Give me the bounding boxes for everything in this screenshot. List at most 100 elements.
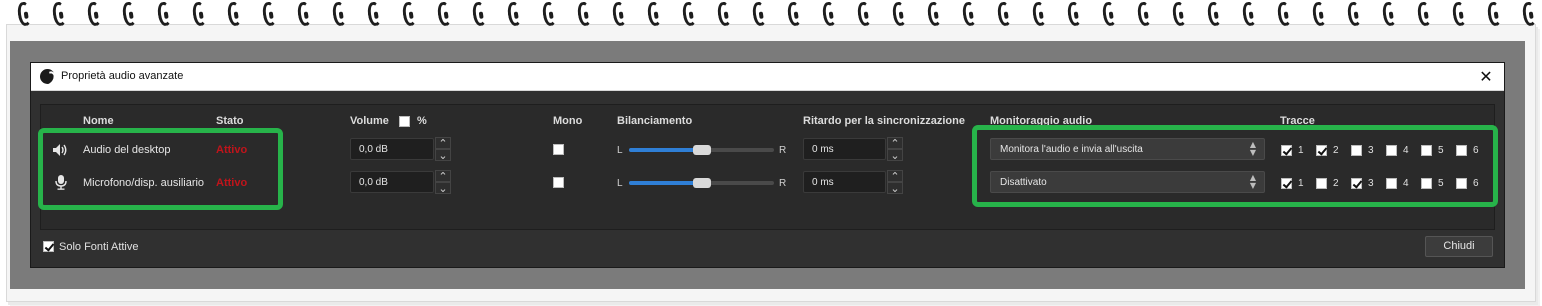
track-6-label: 6 xyxy=(1473,145,1479,156)
chevron-down-icon[interactable]: ⌄ xyxy=(887,182,903,195)
spiral-ring xyxy=(261,1,277,27)
spiral-ring xyxy=(156,1,172,27)
balance-right-label: R xyxy=(779,145,787,156)
spiral-ring xyxy=(226,1,242,27)
track-5-label: 5 xyxy=(1438,145,1444,156)
volume-stepper[interactable]: ⌃ ⌄ xyxy=(435,170,451,195)
spiral-ring xyxy=(471,1,487,27)
screenshot-stage: Proprietà audio avanzate ✕ Nome Stato Vo… xyxy=(0,0,1542,306)
balance-slider[interactable] xyxy=(629,178,774,188)
track-2-label: 2 xyxy=(1333,178,1339,189)
track-6-label: 6 xyxy=(1473,178,1479,189)
spiral-ring xyxy=(926,1,942,27)
balance-fill xyxy=(629,181,702,185)
chevron-down-icon[interactable]: ⌄ xyxy=(435,182,451,195)
mono-checkbox[interactable] xyxy=(553,177,564,188)
obs-logo-icon xyxy=(40,69,55,84)
volume-percent-checkbox[interactable] xyxy=(399,116,410,127)
header-name: Nome xyxy=(83,115,114,127)
spiral-ring xyxy=(1346,1,1362,27)
mono-checkbox[interactable] xyxy=(553,144,564,155)
spiral-ring xyxy=(786,1,802,27)
track-3-label: 3 xyxy=(1368,178,1374,189)
balance-left-label: L xyxy=(617,145,623,156)
track-2-checkbox[interactable] xyxy=(1316,145,1327,156)
spiral-ring xyxy=(1031,1,1047,27)
spiral-ring xyxy=(1136,1,1152,27)
title-bar: Proprietà audio avanzate ✕ xyxy=(31,63,1504,91)
spiral-ring xyxy=(51,1,67,27)
spiral-ring xyxy=(821,1,837,27)
volume-stepper[interactable]: ⌃ ⌄ xyxy=(435,137,451,162)
header-mono: Mono xyxy=(553,115,583,127)
track-4-checkbox[interactable] xyxy=(1386,145,1397,156)
dialog-title: Proprietà audio avanzate xyxy=(61,70,184,82)
track-1-checkbox[interactable] xyxy=(1281,178,1292,189)
spiral-ring xyxy=(961,1,977,27)
spiral-ring xyxy=(16,1,32,27)
spiral-ring xyxy=(1416,1,1432,27)
spiral-ring xyxy=(996,1,1012,27)
track-1-checkbox[interactable] xyxy=(1281,145,1292,156)
spiral-ring xyxy=(1171,1,1187,27)
volume-input[interactable]: 0,0 dB xyxy=(350,138,434,160)
spiral-ring xyxy=(1066,1,1082,27)
highlight-box-monitoring-tracks xyxy=(972,125,1498,207)
track-5-checkbox[interactable] xyxy=(1421,178,1432,189)
track-5-checkbox[interactable] xyxy=(1421,145,1432,156)
volume-input[interactable]: 0,0 dB xyxy=(350,171,434,193)
spiral-ring xyxy=(1521,1,1537,27)
sync-offset-input[interactable]: 0 ms xyxy=(803,138,886,160)
spiral-ring xyxy=(576,1,592,27)
active-only-checkbox[interactable] xyxy=(43,241,54,252)
track-3-checkbox[interactable] xyxy=(1351,178,1362,189)
spiral-ring xyxy=(401,1,417,27)
track-4-label: 4 xyxy=(1403,178,1409,189)
spiral-ring xyxy=(331,1,347,27)
spiral-ring xyxy=(856,1,872,27)
track-6-checkbox[interactable] xyxy=(1456,145,1467,156)
spiral-ring xyxy=(891,1,907,27)
balance-slider[interactable] xyxy=(629,145,774,155)
track-3-checkbox[interactable] xyxy=(1351,145,1362,156)
header-percent: % xyxy=(417,115,427,127)
balance-left-label: L xyxy=(617,178,623,189)
spiral-ring xyxy=(366,1,382,27)
track-1-label: 1 xyxy=(1298,178,1304,189)
balance-handle[interactable] xyxy=(692,178,711,188)
header-volume: Volume xyxy=(350,115,389,127)
spiral-ring xyxy=(1206,1,1222,27)
spiral-ring xyxy=(1101,1,1117,27)
chevron-up-icon[interactable]: ⌃ xyxy=(435,137,451,150)
spiral-ring xyxy=(506,1,522,27)
track-1-label: 1 xyxy=(1298,145,1304,156)
spiral-ring xyxy=(1311,1,1327,27)
close-dialog-button[interactable]: Chiudi xyxy=(1425,236,1493,257)
track-4-label: 4 xyxy=(1403,145,1409,156)
sync-offset-value: 0 ms xyxy=(812,144,834,155)
sync-offset-stepper[interactable]: ⌃ ⌄ xyxy=(887,170,903,195)
sync-offset-input[interactable]: 0 ms xyxy=(803,171,886,193)
close-window-button[interactable]: ✕ xyxy=(1476,67,1496,87)
highlight-box-sources xyxy=(38,128,283,210)
spiral-ring xyxy=(716,1,732,27)
header-state: Stato xyxy=(216,115,244,127)
spiral-ring xyxy=(436,1,452,27)
spiral-binding xyxy=(0,0,1542,30)
track-6-checkbox[interactable] xyxy=(1456,178,1467,189)
spiral-ring xyxy=(1381,1,1397,27)
volume-value: 0,0 dB xyxy=(359,177,388,188)
track-2-checkbox[interactable] xyxy=(1316,178,1327,189)
spiral-ring xyxy=(681,1,697,27)
volume-value: 0,0 dB xyxy=(359,144,388,155)
chevron-up-icon[interactable]: ⌃ xyxy=(887,170,903,183)
track-3-label: 3 xyxy=(1368,145,1374,156)
balance-handle[interactable] xyxy=(692,145,711,155)
chevron-down-icon[interactable]: ⌄ xyxy=(887,149,903,162)
spiral-ring xyxy=(1451,1,1467,27)
chevron-up-icon[interactable]: ⌃ xyxy=(887,137,903,150)
chevron-down-icon[interactable]: ⌄ xyxy=(435,149,451,162)
sync-offset-stepper[interactable]: ⌃ ⌄ xyxy=(887,137,903,162)
chevron-up-icon[interactable]: ⌃ xyxy=(435,170,451,183)
track-4-checkbox[interactable] xyxy=(1386,178,1397,189)
